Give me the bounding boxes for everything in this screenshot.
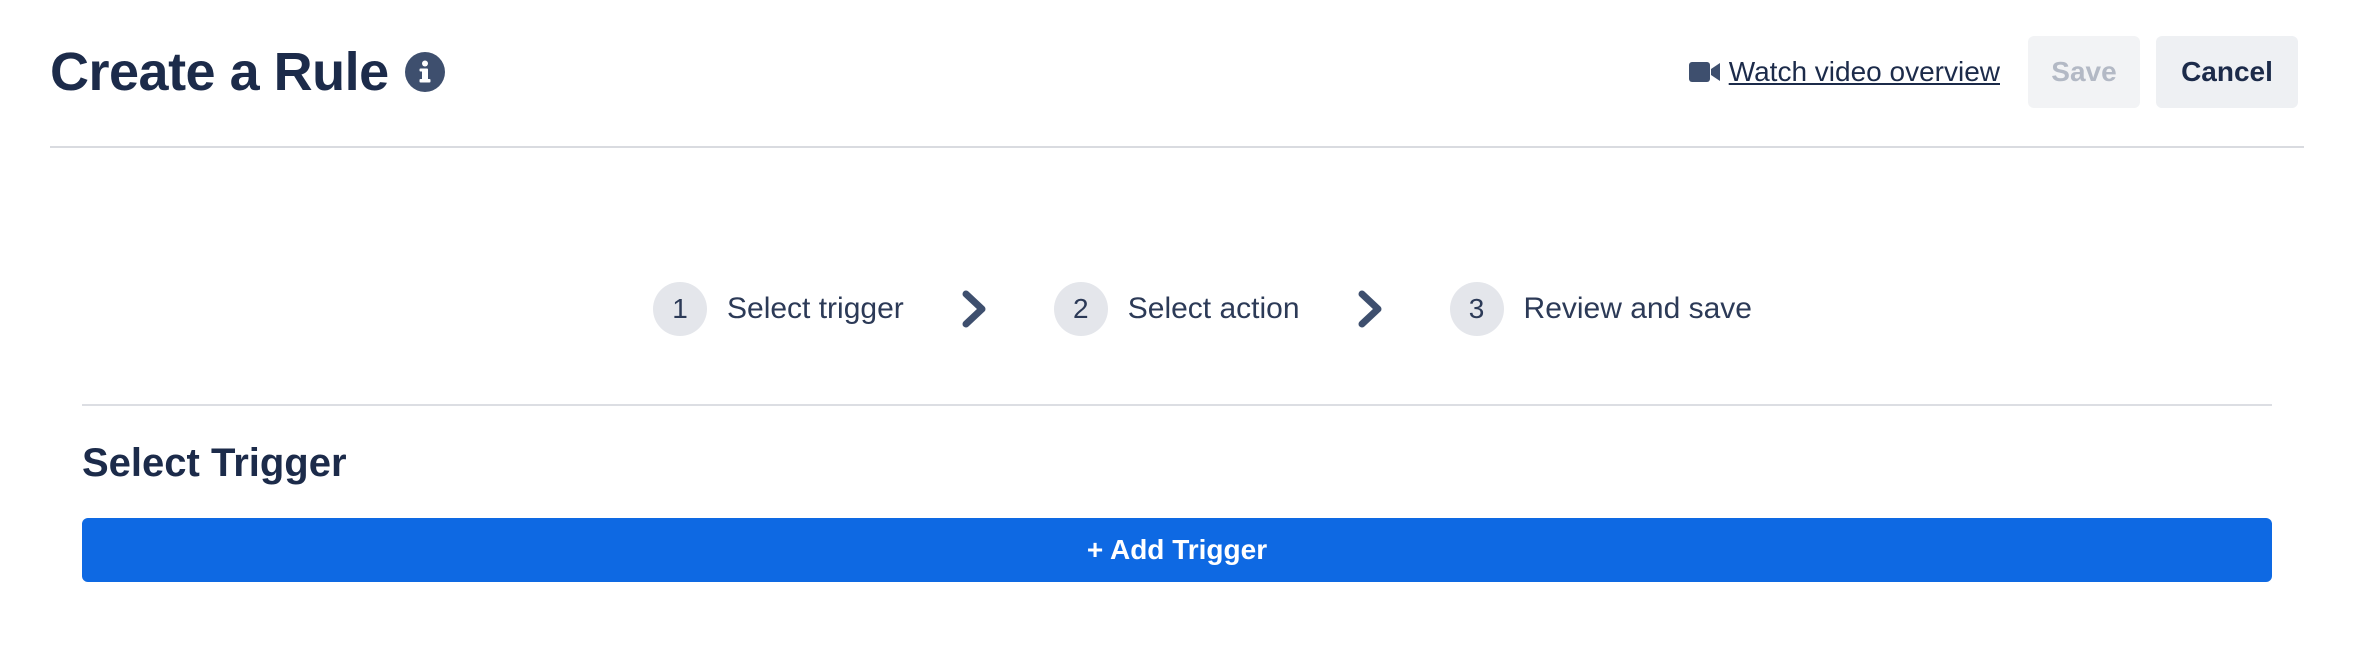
title-group: Create a Rule xyxy=(50,38,445,106)
step-select-trigger: 1 Select trigger xyxy=(653,282,904,336)
step-label: Select trigger xyxy=(727,292,904,325)
cancel-button[interactable]: Cancel xyxy=(2156,36,2298,108)
step-label: Review and save xyxy=(1523,292,1752,325)
chevron-right-icon xyxy=(962,290,990,328)
step-label: Select action xyxy=(1127,292,1300,325)
info-icon[interactable] xyxy=(404,52,445,92)
step-number: 1 xyxy=(653,282,707,336)
create-rule-page: Create a Rule Watch video overview Save … xyxy=(0,0,2354,648)
section-title: Select Trigger xyxy=(82,441,347,485)
save-button[interactable]: Save xyxy=(2028,36,2140,108)
rule-stepper: 1 Select trigger 2 Select action 3 Revie… xyxy=(653,281,1752,337)
page-title: Create a Rule xyxy=(50,42,389,102)
section-divider xyxy=(82,404,2272,406)
page-header: Create a Rule Watch video overview Save … xyxy=(50,0,2304,148)
add-trigger-button[interactable]: + Add Trigger xyxy=(82,518,2272,582)
watch-video-link[interactable]: Watch video overview xyxy=(1688,56,2000,88)
step-number: 3 xyxy=(1449,282,1504,336)
chevron-right-icon xyxy=(1358,290,1386,328)
step-number: 2 xyxy=(1053,282,1108,336)
video-camera-icon xyxy=(1688,61,1721,83)
watch-video-link-label[interactable]: Watch video overview xyxy=(1729,56,2000,88)
step-select-action: 2 Select action xyxy=(1053,282,1300,336)
header-actions: Watch video overview Save Cancel xyxy=(1688,36,2298,108)
step-review-and-save: 3 Review and save xyxy=(1449,282,1752,336)
